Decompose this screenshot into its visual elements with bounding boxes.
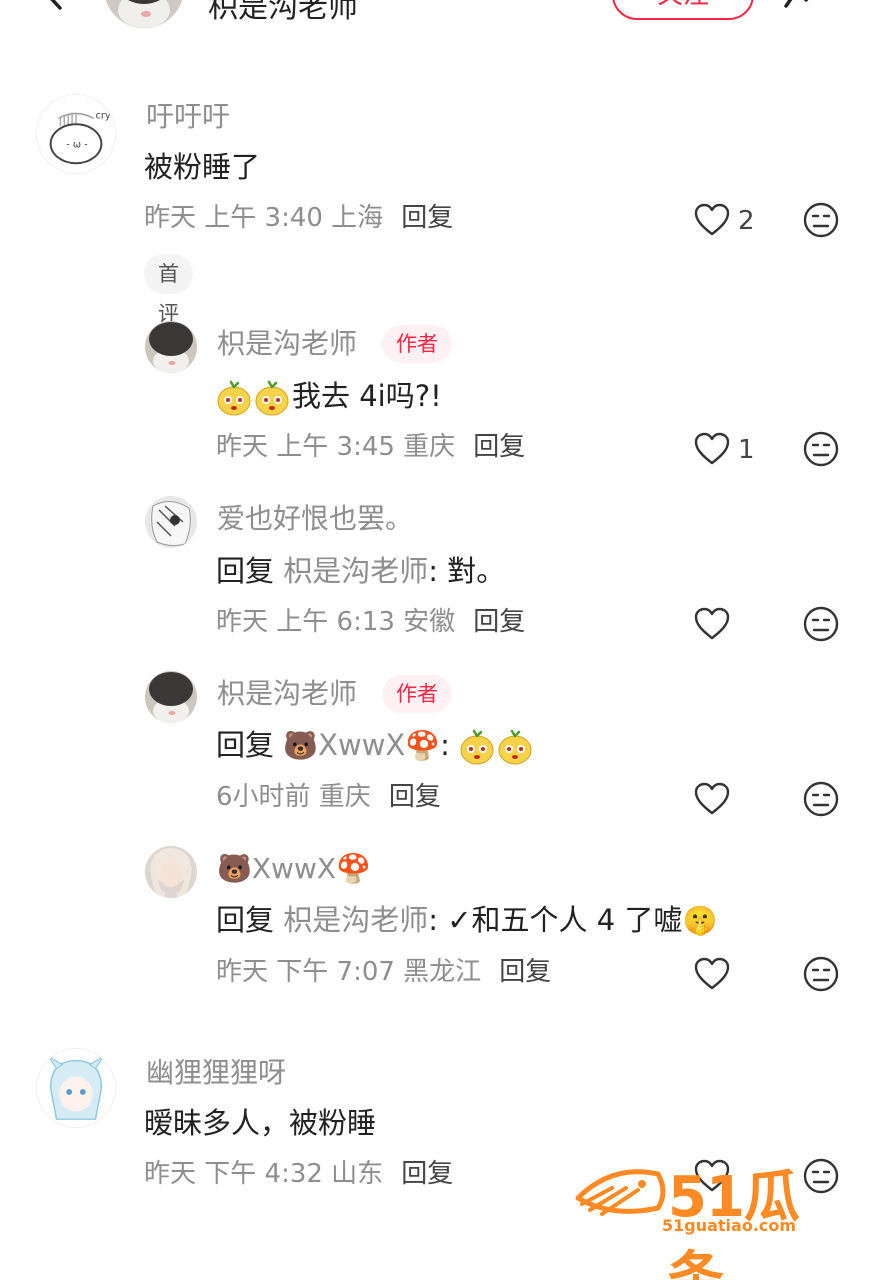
svg-text:- ω -: - ω - (66, 140, 88, 151)
comment-text: 回复 🐻XwwX🍄: (216, 726, 535, 765)
reply-to-username[interactable]: 枳是沟老师 (283, 903, 428, 937)
watermark-url: 51guatiao.com (662, 1216, 797, 1235)
like-icon[interactable] (694, 957, 730, 991)
username[interactable]: 枳是沟老师 (217, 327, 357, 361)
dislike-icon[interactable] (803, 956, 839, 992)
mushroom-emoji-icon: 🍄 (336, 852, 371, 885)
avatar[interactable] (145, 321, 197, 373)
timestamp-location: 昨天 上午 3:45 重庆 (216, 432, 456, 462)
comment-meta: 昨天 上午 3:40 上海 回复 (144, 202, 453, 234)
avatar[interactable] (145, 846, 197, 898)
avatar[interactable] (145, 671, 197, 723)
mushroom-emoji-icon: 🍄 (405, 729, 441, 762)
comment-meta: 昨天 下午 7:07 黑龙江 回复 (216, 956, 551, 988)
pear-emoji-icon (216, 380, 252, 416)
reply-prefix: 回复 (216, 728, 275, 762)
comment-text: 我去 4i吗?! (216, 377, 442, 416)
bear-emoji-icon: 🐻 (283, 729, 319, 762)
pear-emoji-icon (254, 380, 290, 416)
follow-button[interactable]: 关注 (612, 0, 754, 20)
comment-body: : 對。 (428, 554, 506, 588)
author-badge: 作者 (382, 325, 452, 363)
top-bar: 枳是沟老师 关注 (0, 0, 874, 40)
username-text: XwwX (251, 852, 337, 885)
like-icon[interactable] (694, 607, 730, 641)
reply-button[interactable]: 回复 (499, 957, 551, 987)
like-icon[interactable] (694, 782, 730, 816)
author-avatar[interactable] (104, 0, 184, 28)
comment-meta: 昨天 上午 6:13 安徽 回复 (216, 606, 525, 638)
avatar[interactable] (145, 496, 197, 548)
author-badge: 作者 (382, 675, 452, 713)
dislike-icon[interactable] (803, 202, 839, 238)
timestamp-location: 昨天 下午 7:07 黑龙江 (216, 957, 482, 987)
like-count: 1 (738, 435, 755, 465)
pear-emoji-icon (459, 729, 495, 765)
comment-body: : (440, 728, 450, 762)
comment-text: 回复 枳是沟老师: 對。 (216, 552, 505, 590)
timestamp-location: 昨天 上午 6:13 安徽 (216, 607, 456, 637)
author-name: 枳是沟老师 (208, 0, 358, 25)
reply-button[interactable]: 回复 (473, 432, 525, 462)
dislike-icon[interactable] (803, 431, 839, 467)
reply-button[interactable]: 回复 (473, 607, 525, 637)
comment-meta: 昨天 上午 3:45 重庆 回复 (216, 431, 525, 463)
reply-button[interactable]: 回复 (401, 1159, 453, 1189)
reply-button[interactable]: 回复 (401, 203, 453, 233)
reply-to-username[interactable]: XwwX (318, 728, 405, 762)
username[interactable]: 枳是沟老师 (217, 677, 357, 711)
pear-emoji-icon (497, 729, 533, 765)
reply-button[interactable]: 回复 (389, 782, 441, 812)
username[interactable]: 🐻XwwX🍄 (217, 852, 371, 886)
timestamp-location: 昨天 上午 3:40 上海 (144, 203, 384, 233)
comment-text: 暧昧多人，被粉睡 (144, 1106, 377, 1140)
reply-prefix: 回复 (216, 554, 275, 588)
dislike-icon[interactable] (803, 781, 839, 817)
like-icon[interactable] (694, 203, 730, 237)
comment-meta: 昨天 下午 4:32 山东 回复 (144, 1158, 453, 1190)
timestamp-location: 昨天 下午 4:32 山东 (144, 1159, 384, 1189)
fish-logo-icon (575, 1169, 666, 1216)
comment-meta: 6小时前 重庆 回复 (216, 781, 441, 813)
comment-body: 我去 4i吗?! (292, 379, 442, 413)
back-icon[interactable] (40, 0, 70, 10)
comment-text: 回复 枳是沟老师: ✓和五个人 4 了嘘🤫 (216, 901, 717, 940)
username[interactable]: 幽狸狸狸呀 (146, 1056, 286, 1090)
avatar[interactable]: cry - ω - (36, 94, 116, 174)
like-count: 2 (738, 206, 755, 236)
shushing-face-emoji-icon: 🤫 (682, 904, 718, 937)
username[interactable]: 爱也好恨也罢。 (217, 502, 413, 536)
reply-to-username[interactable]: 枳是沟老师 (283, 554, 428, 588)
dislike-icon[interactable] (803, 606, 839, 642)
timestamp-location: 6小时前 重庆 (216, 782, 371, 812)
share-icon[interactable] (782, 0, 826, 8)
bear-emoji-icon: 🐻 (217, 852, 252, 885)
comment-text: 被粉睡了 (144, 150, 261, 184)
reply-prefix: 回复 (216, 903, 275, 937)
comment-body: : ✓和五个人 4 了嘘 (428, 903, 683, 937)
svg-text:cry: cry (96, 110, 111, 121)
watermark-logo: 51瓜条 51guatiao.com (572, 1152, 852, 1280)
like-icon[interactable] (694, 432, 730, 466)
avatar[interactable] (36, 1048, 116, 1128)
first-comment-tag: 首评 (144, 254, 193, 326)
username[interactable]: 吁吁吁 (146, 100, 230, 134)
